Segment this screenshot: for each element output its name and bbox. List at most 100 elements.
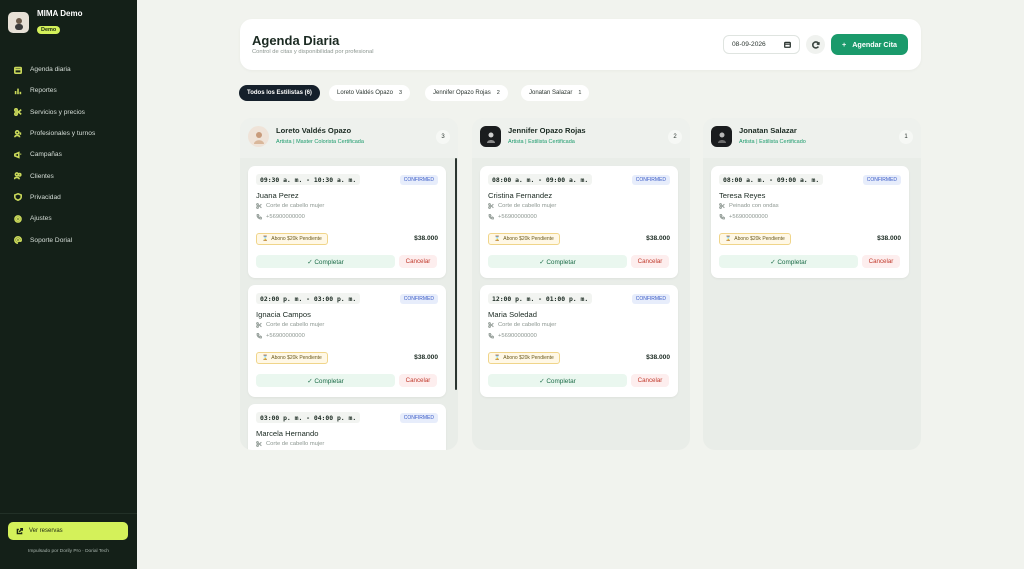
sidebar-item-profesionales[interactable]: Profesionales y turnos [0,123,137,144]
filter-label: Loreto Valdés Opazo [337,90,393,96]
time-range: 08:00 a. m. - 09:00 a. m. [719,174,824,185]
deposit-pending-badge: ⌛ Abono $20k Pendiente [256,233,328,245]
appointment-card[interactable]: 03:00 p. m. - 04:00 p. m. CONFIRMED Marc… [248,404,446,450]
client-name: Maria Soledad [488,310,537,319]
at-icon [14,236,22,245]
sidebar-item-ajustes[interactable]: Ajustes [0,208,137,229]
sidebar-item-soporte[interactable]: Soporte Dorial [0,229,137,250]
view-bookings-button[interactable]: Ver reservas [8,522,128,540]
chart-icon [14,88,22,95]
deposit-pending-badge: ⌛ Abono $20k Pendiente [488,233,560,245]
cancel-button[interactable]: Cancelar [631,255,669,268]
phone-number: +56900000000 [498,214,537,220]
appointment-count: 1 [899,130,913,144]
clients-icon [14,172,22,180]
sidebar-item-label: Campañas [30,151,62,159]
cancel-button[interactable]: Cancelar [399,374,437,387]
stylist-name: Loreto Valdés Opazo [276,126,352,135]
client-name: Ignacia Campos [256,310,311,319]
deposit-pending-label: Abono $20k Pendiente [734,236,785,242]
scissors-icon [256,322,262,328]
client-name: Teresa Reyes [719,191,766,200]
deposit-pending-badge: ⌛ Abono $20k Pendiente [719,233,791,245]
appointment-card[interactable]: 09:30 a. m. - 10:30 a. m. CONFIRMED Juan… [248,166,446,278]
time-range: 12:00 p. m. - 01:00 p. m. [488,293,593,304]
shield-icon [14,193,22,202]
complete-button[interactable]: ✓ Completar [719,255,858,268]
phone-number: +56900000000 [729,214,768,220]
sidebar-item-label: Privacidad [30,193,61,201]
scrollbar[interactable] [455,158,457,390]
sidebar-item-label: Reportes [30,87,57,95]
status-badge: CONFIRMED [862,175,901,185]
appointment-card[interactable]: 12:00 p. m. - 01:00 p. m. CONFIRMED Mari… [480,285,678,397]
sidebar-item-reportes[interactable]: Reportes [0,80,137,101]
appointment-card[interactable]: 08:00 a. m. - 09:00 a. m. CONFIRMED Cris… [480,166,678,278]
filter-label: Todos los Estilistas (6) [247,90,312,96]
status-badge: CONFIRMED [631,175,670,185]
service-line: Corte de cabello mujer [256,203,324,209]
footer-credit: Impulsado por Dorily Pro · Dorial Tech [28,549,109,554]
complete-button[interactable]: ✓ Completar [256,255,395,268]
appointment-card[interactable]: 08:00 a. m. - 09:00 a. m. CONFIRMED Tere… [711,166,909,278]
cancel-button[interactable]: Cancelar [631,374,669,387]
hourglass-icon: ⌛ [262,355,269,361]
stylist-name: Jonatan Salazar [739,126,797,135]
page-title: Agenda Diaria [252,33,340,48]
sidebar-item-label: Servicios y precios [30,108,85,116]
sidebar-item-label: Ajustes [30,215,52,223]
deposit-pending-label: Abono $20k Pendiente [503,236,554,242]
cancel-button[interactable]: Cancelar [399,255,437,268]
client-name: Marcela Hernando [256,429,319,438]
stylist-column-jennifer: Jennifer Opazo Rojas Artista | Estilista… [472,118,690,450]
service-name: Corte de cabello mujer [266,322,325,328]
phone-number: +56900000000 [266,214,305,220]
phone-icon [488,214,494,220]
stylist-column-jonatan: Jonatan Salazar Artista | Estilista Cert… [703,118,921,450]
service-line: Corte de cabello mujer [256,441,324,447]
sidebar-item-privacidad[interactable]: Privacidad [0,187,137,208]
sidebar-item-servicios[interactable]: Servicios y precios [0,102,137,123]
price: $38.000 [414,235,438,242]
complete-button[interactable]: ✓ Completar [256,374,395,387]
phone-icon [256,333,262,339]
appointment-count: 3 [436,130,450,144]
stylist-role: Artista | Estilista Certificado [739,139,806,145]
filter-count: 3 [398,90,402,96]
date-field[interactable]: 08-09-2026 [723,35,800,54]
sidebar-item-campanas[interactable]: Campañas [0,144,137,165]
price: $38.000 [646,235,670,242]
sidebar-item-label: Profesionales y turnos [30,130,96,138]
complete-button[interactable]: ✓ Completar [488,255,627,268]
page-header: Agenda Diaria Control de citas y disponi… [240,19,921,70]
sidebar-item-clientes[interactable]: Clientes [0,165,137,186]
scissors-icon [488,322,494,328]
scissors-icon [14,108,22,117]
hourglass-icon: ⌛ [494,236,501,242]
users-icon [14,129,22,137]
complete-button[interactable]: ✓ Completar [488,374,627,387]
status-badge: CONFIRMED [399,294,438,304]
hourglass-icon: ⌛ [494,355,501,361]
filter-loreto[interactable]: Loreto Valdés Opazo 3 [329,85,410,101]
price: $38.000 [414,354,438,361]
filter-jennifer[interactable]: Jennifer Opazo Rojas 2 [425,85,508,101]
phone-icon [256,214,262,220]
service-name: Peinado con ondas [729,203,779,209]
filter-label: Jonatan Salazar [529,90,573,96]
refresh-icon [811,40,820,49]
stylist-column-loreto: Loreto Valdés Opazo Artista | Master Col… [240,118,458,450]
service-line: Corte de cabello mujer [488,322,556,328]
add-appointment-button[interactable]: + Agendar Cita [831,34,908,55]
column-header: Jonatan Salazar Artista | Estilista Cert… [703,118,921,158]
appointment-card[interactable]: 02:00 p. m. - 03:00 p. m. CONFIRMED Igna… [248,285,446,397]
date-value: 08-09-2026 [732,41,766,48]
refresh-button[interactable] [806,35,825,54]
sidebar-item-agenda[interactable]: Agenda diaria [0,59,137,80]
client-name: Cristina Fernandez [488,191,553,200]
phone-icon [719,214,725,220]
megaphone-icon [14,151,22,159]
filter-jonatan[interactable]: Jonatan Salazar 1 [521,85,590,101]
filter-all-stylists[interactable]: Todos los Estilistas (6) [239,85,320,101]
cancel-button[interactable]: Cancelar [862,255,900,268]
